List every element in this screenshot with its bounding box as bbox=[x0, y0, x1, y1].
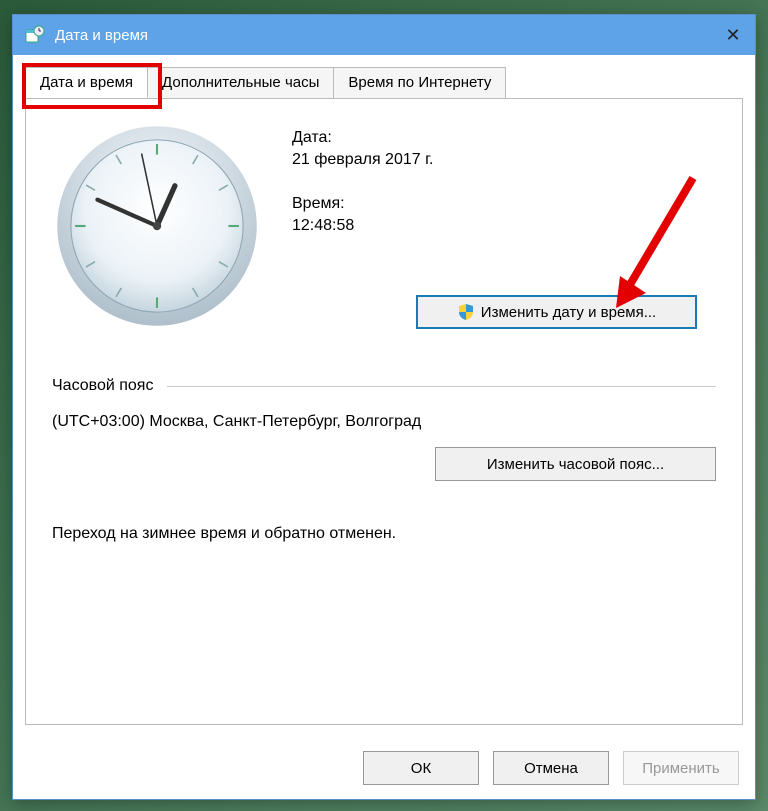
change-date-time-label: Изменить дату и время... bbox=[481, 304, 656, 321]
annotation-arrow-icon bbox=[598, 173, 708, 313]
date-value: 21 февраля 2017 г. bbox=[292, 151, 433, 169]
tab-strip: Дата и время Дополнительные часы Время п… bbox=[13, 55, 755, 98]
time-value: 12:48:58 bbox=[292, 217, 433, 235]
change-timezone-label: Изменить часовой пояс... bbox=[487, 456, 664, 473]
dialog-buttons: ОК Отмена Применить bbox=[13, 737, 755, 799]
separator-line bbox=[167, 386, 716, 387]
window-title: Дата и время bbox=[55, 27, 711, 44]
shield-icon bbox=[457, 303, 475, 321]
time-label: Время: bbox=[292, 195, 433, 213]
ok-button[interactable]: ОК bbox=[363, 751, 479, 785]
date-label: Дата: bbox=[292, 129, 433, 147]
tab-additional-clocks[interactable]: Дополнительные часы bbox=[148, 67, 334, 98]
date-time-dialog: Дата и время ✕ Дата и время Дополнительн… bbox=[12, 14, 756, 800]
timezone-section-label: Часовой пояс bbox=[52, 377, 153, 395]
titlebar[interactable]: Дата и время ✕ bbox=[13, 15, 755, 55]
tab-panel: Дата: 21 февраля 2017 г. Время: 12:48:58… bbox=[25, 98, 743, 725]
change-timezone-button[interactable]: Изменить часовой пояс... bbox=[435, 447, 716, 481]
apply-button: Применить bbox=[623, 751, 739, 785]
date-time-icon bbox=[25, 25, 45, 45]
cancel-button[interactable]: Отмена bbox=[493, 751, 609, 785]
tab-date-time[interactable]: Дата и время bbox=[25, 67, 148, 98]
tab-internet-time[interactable]: Время по Интернету bbox=[334, 67, 506, 98]
timezone-value: (UTC+03:00) Москва, Санкт-Петербург, Вол… bbox=[52, 413, 716, 431]
analog-clock bbox=[52, 121, 262, 331]
close-button[interactable]: ✕ bbox=[711, 15, 755, 55]
change-date-time-button[interactable]: Изменить дату и время... bbox=[416, 295, 697, 329]
dst-info-text: Переход на зимнее время и обратно отмене… bbox=[52, 525, 716, 543]
